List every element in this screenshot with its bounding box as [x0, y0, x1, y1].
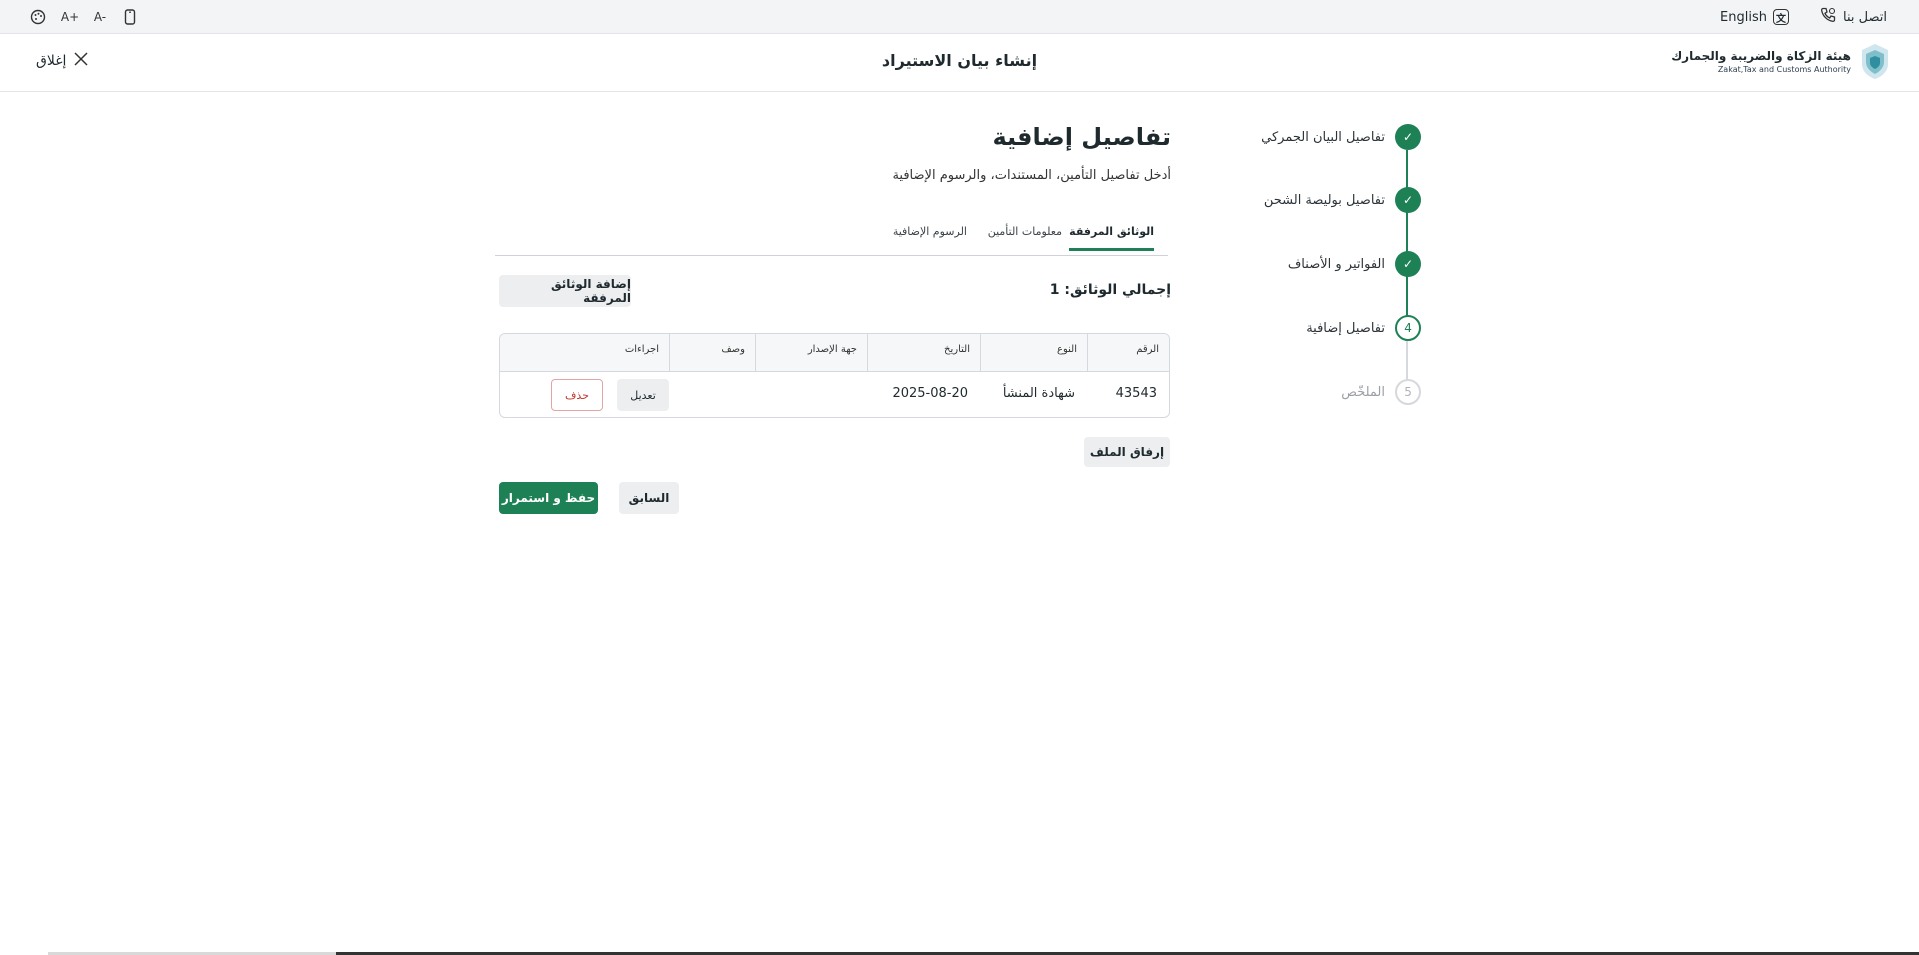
column-header: الرقم [1087, 334, 1169, 371]
cell-date: 2025-08-20 [892, 386, 968, 401]
column-header: اجراءات [624, 344, 659, 355]
contact-label: اتصل بنا [1843, 9, 1887, 25]
language-switch[interactable]: 文 English [1720, 7, 1789, 27]
contact-link[interactable]: اتصل بنا [1819, 7, 1887, 27]
tab-bar: الوثائق المرفقة معلومات التأمين الرسوم ا… [495, 220, 1168, 256]
step-additional-details[interactable]: 4 تفاصيل إضافية [1306, 315, 1421, 341]
step-label: تفاصيل بوليصة الشحن [1263, 192, 1385, 208]
page-title: إنشاء بيان الاستيراد [881, 51, 1038, 70]
step-number: 4 [1395, 315, 1421, 341]
save-continue-button[interactable]: حفظ و استمرار [499, 482, 598, 514]
column-header: النوع [980, 334, 1087, 371]
step-bill-of-lading[interactable]: ✓ تفاصيل بوليصة الشحن [1264, 187, 1421, 213]
step-number: 5 [1395, 379, 1421, 405]
add-documents-button[interactable]: إضافة الوثائق المرفقة [499, 275, 631, 307]
column-header: التاريخ [867, 334, 980, 371]
language-icon: 文 [1773, 9, 1789, 25]
documents-total: إجمالي الوثائق: 1 [1049, 282, 1171, 298]
column-header: وصف [669, 334, 755, 371]
phone-icon [1819, 6, 1837, 28]
mobile-icon[interactable] [121, 8, 139, 26]
step-label: تفاصيل البيان الجمركي [1261, 129, 1385, 145]
attach-file-button[interactable]: إرفاق الملف [1084, 437, 1170, 467]
header: إغلاق إنشاء بيان الاستيراد هيئة الزكاة و… [0, 34, 1919, 92]
stepper-line-complete [1406, 150, 1408, 340]
check-icon: ✓ [1395, 187, 1421, 213]
tab-insurance-info[interactable]: معلومات التأمين [988, 225, 1062, 248]
language-label: English [1720, 9, 1767, 25]
delete-button[interactable]: حذف [551, 379, 603, 411]
section-subtitle: أدخل تفاصيل التأمين، المستندات، والرسوم … [892, 168, 1171, 183]
step-label: تفاصيل إضافية [1306, 320, 1385, 336]
tab-additional-fees[interactable]: الرسوم الإضافية [893, 225, 967, 248]
previous-button[interactable]: السابق [619, 482, 679, 514]
column-header: جهة الإصدار [755, 334, 867, 371]
tab-attached-documents[interactable]: الوثائق المرفقة [1069, 225, 1154, 251]
step-label: الملخّص [1341, 384, 1385, 400]
logo-arabic-name: هيئة الزكاة والضريبة والجمارك [1671, 48, 1851, 63]
logo-mark-icon [1862, 44, 1888, 79]
authority-logo: هيئة الزكاة والضريبة والجمارك Zakat,Tax … [1671, 42, 1891, 80]
logo-english-name: Zakat,Tax and Customs Authority [1717, 64, 1851, 74]
palette-icon[interactable] [29, 8, 47, 26]
edit-button[interactable]: تعديل [617, 379, 669, 411]
cell-type: شهادة المنشأ [1002, 386, 1075, 401]
cell-number: 43543 [1115, 386, 1157, 401]
step-customs-details[interactable]: ✓ تفاصيل البيان الجمركي [1261, 124, 1421, 150]
font-increase-icon[interactable]: A+ [59, 8, 81, 26]
step-label: الفواتير و الأصناف [1287, 256, 1385, 272]
table-header: الرقم النوع التاريخ جهة الإصدار وصف اجرا… [500, 334, 1169, 372]
documents-table: الرقم النوع التاريخ جهة الإصدار وصف اجرا… [499, 333, 1170, 418]
cell-description [669, 372, 755, 417]
font-decrease-icon[interactable]: A- [89, 8, 111, 26]
utility-bar: A+ A- 文 English اتصل بنا [0, 0, 1919, 34]
table-row: 43543 شهادة المنشأ 2025-08-20 تعديل حذف [500, 372, 1169, 417]
cell-actions: تعديل حذف [500, 372, 669, 417]
check-icon: ✓ [1395, 251, 1421, 277]
step-invoices-items[interactable]: ✓ الفواتير و الأصناف [1288, 251, 1421, 277]
check-icon: ✓ [1395, 124, 1421, 150]
section-title: تفاصيل إضافية [992, 123, 1171, 151]
cell-issuer [755, 372, 867, 417]
step-summary[interactable]: 5 الملخّص [1341, 379, 1421, 405]
